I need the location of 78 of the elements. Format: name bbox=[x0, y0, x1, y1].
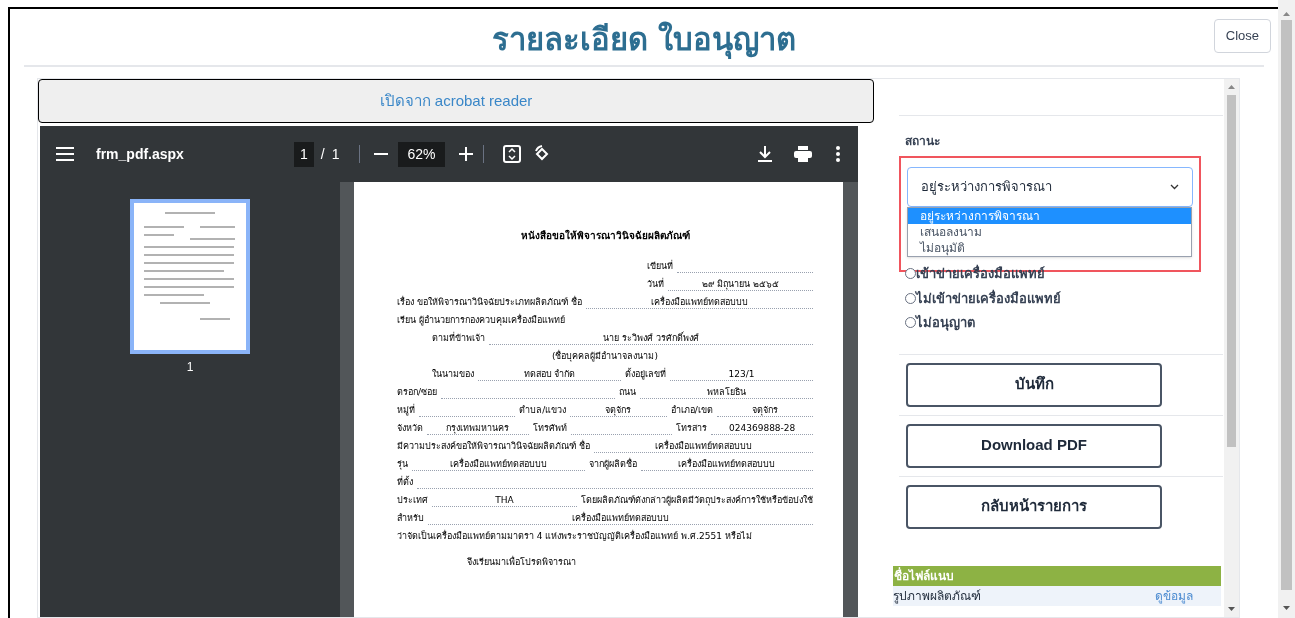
radio-button[interactable] bbox=[905, 268, 916, 280]
scrollbar-thumb[interactable] bbox=[1227, 95, 1236, 447]
field-value: 123/1 bbox=[670, 368, 813, 381]
document-text: โดยผลิตภัณฑ์ดังกล่าวผู้ผลิตมีวัตถุประสงค์การใช้หรือข้อบ่งใช้ bbox=[581, 493, 813, 507]
document-text: ตามที่ข้าพเจ้า bbox=[432, 331, 485, 345]
action-button[interactable]: บันทึก bbox=[906, 362, 1162, 407]
dropdown-option[interactable]: เสนอลงนาม bbox=[908, 224, 1191, 240]
menu-icon[interactable] bbox=[56, 147, 74, 161]
action-button[interactable]: กลับหน้ารายการ bbox=[906, 484, 1162, 529]
field-value: จตุจักร bbox=[570, 404, 667, 417]
page-number-field[interactable]: 1 bbox=[294, 141, 314, 167]
field-value: กรุงเทพมหานคร bbox=[427, 422, 529, 435]
document-text: จังหวัด bbox=[397, 421, 423, 435]
chevron-down-icon bbox=[1170, 184, 1179, 190]
document-text: มีความประสงค์ขอให้พิจารณาวินิจฉัยผลิตภัณฑ์ ชื่อ bbox=[397, 439, 590, 453]
print-icon[interactable] bbox=[794, 146, 812, 162]
document-text: โทรสาร bbox=[676, 421, 708, 435]
page-separator: / bbox=[320, 144, 325, 164]
document-text: วันที่ bbox=[647, 277, 664, 291]
fit-page-icon[interactable] bbox=[502, 145, 521, 163]
action-button[interactable]: Download PDF bbox=[906, 423, 1162, 468]
radio-label: ไม่เข้าข่ายเครื่องมือแพทย์ bbox=[916, 288, 1061, 308]
zoom-field[interactable]: 62% bbox=[398, 141, 445, 167]
dropdown-option[interactable]: ไม่อนุมัติ bbox=[908, 240, 1191, 256]
document-text: ในนามของ bbox=[432, 367, 474, 381]
field-value: เครื่องมือแพทย์ทดสอบบบ bbox=[412, 458, 585, 471]
file-name: frm_pdf.aspx bbox=[96, 144, 185, 164]
close-button[interactable]: Close bbox=[1213, 19, 1271, 53]
document-text: เรื่อง ขอให้พิจารณาวินิจฉัยประเภทผลิตภัณฑ์ ชื่อ bbox=[397, 295, 582, 309]
radio-button[interactable] bbox=[905, 317, 916, 329]
field-value: ทดสอบ จำกัด bbox=[478, 368, 621, 381]
document-text: โทรศัพท์ bbox=[532, 421, 567, 435]
field-value: 024369888-28 bbox=[711, 422, 813, 435]
document-text: หมู่ที่ bbox=[397, 403, 415, 417]
document-text: อำเภอ/เขต bbox=[670, 403, 713, 417]
field-value: นาย ระวิพงศ์ วรศักดิ์พงศ์ bbox=[489, 332, 813, 345]
field-value: เครื่องมือแพทย์ทดสอบบบ bbox=[428, 512, 813, 525]
document-text: ถนน bbox=[618, 385, 636, 399]
document-text: ตั้งอยู่เลขที่ bbox=[625, 367, 666, 381]
document-text: จากผู้ผลิตชื่อ bbox=[588, 457, 637, 471]
document-text: จึงเรียนมาเพื่อโปรดพิจารณา bbox=[467, 555, 576, 569]
field-value: พหลโยธิน bbox=[639, 386, 813, 399]
document-heading: หนังสือขอให้พิจารณาวินิจฉัยผลิตภัณฑ์ bbox=[519, 228, 691, 243]
zoom-in-icon[interactable] bbox=[458, 147, 473, 161]
scroll-down-icon[interactable] bbox=[1228, 607, 1235, 611]
field-value: เครื่องมือแพทย์ทดสอบบบ bbox=[640, 458, 813, 471]
document-text: ตรอก/ซอย bbox=[397, 385, 438, 399]
scroll-down-icon[interactable] bbox=[1283, 606, 1290, 610]
thumbnail-label: 1 bbox=[186, 359, 194, 376]
page-total: 1 bbox=[331, 144, 340, 164]
field-value: จตุจักร bbox=[716, 404, 813, 417]
document-text: เรียน ผู้อำนวยการกองควบคุมเครื่องมือแพทย์ bbox=[397, 313, 565, 327]
download-icon[interactable] bbox=[758, 146, 772, 162]
document-text: (ชื่อบุคคลผู้มีอำนาจลงนาม) bbox=[552, 349, 658, 363]
document-text: รุ่น bbox=[397, 457, 408, 471]
field-value: เครื่องมือแพทย์ทดสอบบบ bbox=[593, 440, 813, 453]
radio-button[interactable] bbox=[905, 292, 916, 304]
document-text: ที่ตั้ง bbox=[397, 475, 413, 489]
scroll-up-icon[interactable] bbox=[1283, 12, 1290, 16]
document-text: สำหรับ bbox=[397, 511, 424, 525]
radio-label: ไม่อนุญาต bbox=[916, 314, 975, 333]
document-text: ว่าจัดเป็นเครื่องมือแพทย์ตามมาตรา 4 แห่งพระราชบัญญัติเครื่องมือแพทย์ พ.ศ.2551 หรือไม่ bbox=[397, 529, 752, 543]
attachments-header: ชื่อไฟล์แนบ bbox=[893, 565, 1221, 586]
field-value: เครื่องมือแพทย์ทดสอบบบ bbox=[585, 296, 813, 309]
document-text: ตำบล/แขวง bbox=[519, 403, 567, 417]
document-text: เขียนที่ bbox=[647, 259, 673, 273]
status-label: สถานะ bbox=[905, 133, 941, 150]
status-select[interactable]: อยู่ระหว่างการพิจารณา bbox=[907, 167, 1193, 207]
dialog-title: รายละเอียด ใบอนุญาต bbox=[491, 19, 797, 61]
attachment-name: รูปภาพผลิตภัณฑ์ bbox=[893, 587, 981, 605]
more-options-icon[interactable] bbox=[836, 146, 840, 162]
scroll-up-icon[interactable] bbox=[1228, 85, 1235, 89]
scrollbar-thumb[interactable] bbox=[1281, 20, 1292, 590]
rotate-icon[interactable] bbox=[532, 145, 551, 163]
field-value: ๒๙ มิถุนายน ๒๕๖๕ bbox=[668, 278, 813, 291]
document-text: ประเทศ bbox=[397, 493, 428, 507]
page-thumbnail[interactable] bbox=[130, 199, 250, 354]
field-value: THA bbox=[432, 494, 577, 507]
